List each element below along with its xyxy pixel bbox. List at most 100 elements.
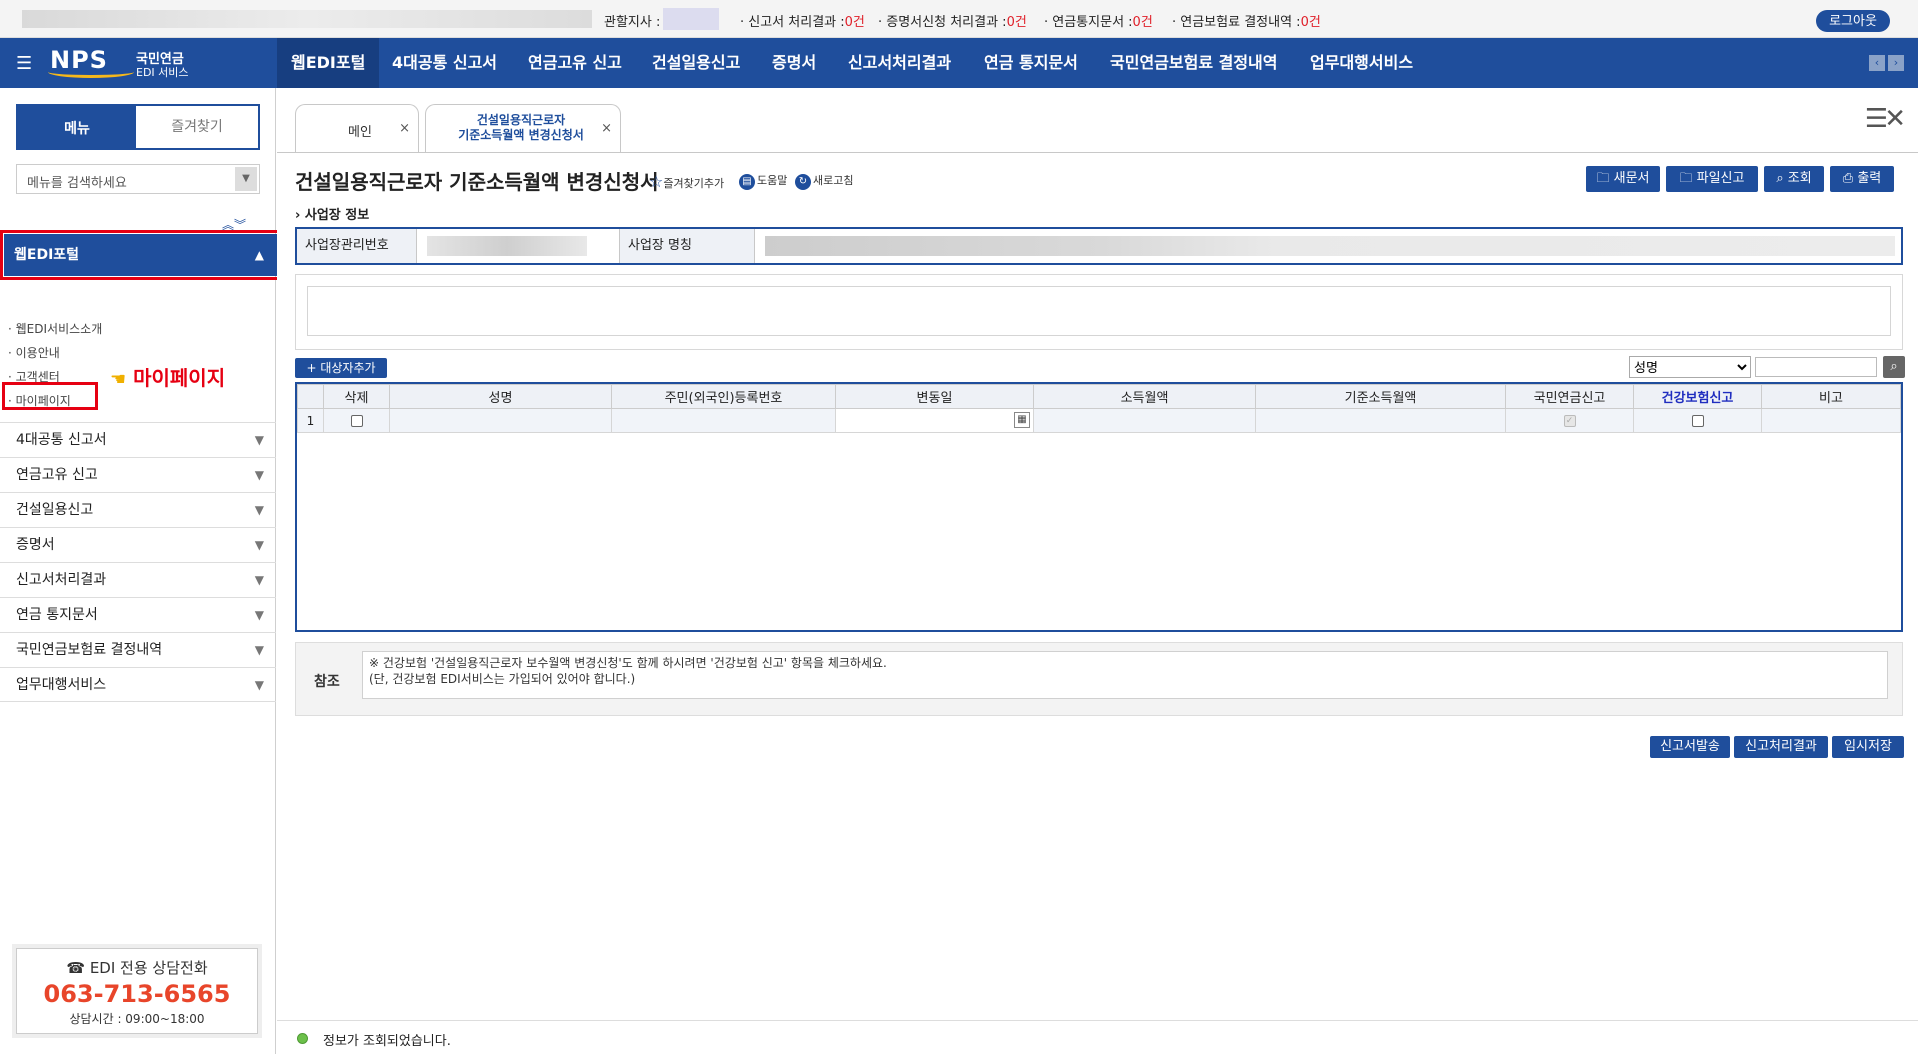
favorite-add-link[interactable]: ☆즐겨찾기추가 — [649, 172, 724, 191]
tab-construction-income-change[interactable]: 건설일용직근로자 기준소득월액 변경신청서 × — [425, 104, 621, 152]
pension-report-checkbox: ✓ — [1563, 415, 1576, 427]
refresh-icon: ↻ — [795, 174, 811, 190]
sidebar-item-certificate[interactable]: 증명서 ▼ — [0, 527, 276, 562]
folder-icon: 🗀 — [1679, 171, 1697, 186]
standard-income-cell[interactable] — [1255, 408, 1506, 433]
col-note: 비고 — [1761, 384, 1901, 409]
biz-mgmt-no-value — [427, 236, 587, 256]
nav-arrows: ‹ › — [1866, 55, 1904, 71]
nav-prev-icon[interactable]: ‹ — [1869, 55, 1885, 71]
logout-button[interactable]: 로그아웃 — [1816, 10, 1890, 32]
nav-item-web-edi-portal[interactable]: 웹EDI포털 — [277, 38, 380, 88]
print-icon: ⎙ — [1842, 171, 1858, 186]
temp-save-button[interactable]: 임시저장 — [1832, 736, 1904, 758]
sidebar-item-construction-report[interactable]: 건설일용신고 ▼ — [0, 492, 276, 527]
reference-text: ※ 건강보험 '건설일용직근로자 보수월액 변경신청'도 함께 하시려면 '건강… — [362, 651, 1888, 699]
nps-logo[interactable]: NPS 국민연금 EDI 서비스 — [48, 44, 200, 82]
col-standard-income: 기준소득월액 — [1255, 384, 1506, 409]
target-grid: 삭제 성명 주민(외국인)등록번호 변동일 소득월액 기준소득월액 국민연금신고… — [295, 382, 1903, 632]
grid-search-field-select[interactable]: 성명 — [1629, 356, 1751, 378]
tab-main[interactable]: 메인 × — [295, 104, 419, 152]
help-link[interactable]: ▤ 도움말 — [739, 172, 787, 190]
report-result-status[interactable]: · 신고서 처리결과 :0건 — [740, 11, 865, 30]
health-report-checkbox[interactable] — [1691, 415, 1704, 427]
sidebar-tab-menu[interactable]: 메뉴 — [16, 104, 138, 150]
phone-number: 063-713-6565 — [43, 980, 231, 1008]
close-icon[interactable]: × — [601, 121, 612, 136]
close-icon[interactable]: × — [399, 121, 410, 136]
folder-icon: 🗀 — [1596, 171, 1614, 186]
col-health-report[interactable]: 건강보험신고 — [1633, 384, 1762, 409]
sidebar-tab-favorites[interactable]: 즐겨찾기 — [136, 104, 260, 150]
chevron-down-icon: ▼ — [254, 503, 264, 517]
nav-item-pension-report[interactable]: 연금고유 신고 — [528, 38, 622, 88]
branch-label: 관할지사 : — [604, 15, 661, 30]
memo-textarea[interactable] — [307, 286, 1891, 336]
nav-next-icon[interactable]: › — [1888, 55, 1904, 71]
close-all-tabs-icon[interactable]: ☰✕ — [1865, 104, 1906, 134]
tab-divider — [277, 152, 1918, 153]
nav-item-common-report[interactable]: 4대공통 신고서 — [392, 38, 497, 88]
insurance-decision-status[interactable]: · 연금보험료 결정내역 :0건 — [1172, 11, 1321, 30]
star-icon: ☆ — [649, 172, 664, 191]
add-target-button[interactable]: + 대상자추가 — [295, 358, 387, 378]
pointing-hand-icon: ☚ — [110, 369, 127, 390]
sidebar-item-insurance-decision[interactable]: 국민연금보험료 결정내역 ▼ — [0, 632, 276, 667]
cert-result-status[interactable]: · 증명서신청 처리결과 :0건 — [878, 11, 1027, 30]
cert-result-count: 0건 — [1006, 15, 1027, 30]
sidebar-item-service-intro[interactable]: · 웹EDI서비스소개 — [8, 320, 102, 337]
phone-title: ☎ EDI 전용 상담전화 — [66, 959, 208, 977]
search-icon[interactable]: ⌕ — [1883, 356, 1905, 378]
chevron-down-icon[interactable]: ▼ — [235, 167, 257, 191]
nav-item-pension-notice[interactable]: 연금 통지문서 — [984, 38, 1078, 88]
new-document-button[interactable]: 🗀 새문서 — [1586, 166, 1660, 192]
search-button[interactable]: ⌕ 조회 — [1764, 166, 1824, 192]
file-report-button[interactable]: 🗀 파일신고 — [1666, 166, 1758, 192]
print-button[interactable]: ⎙ 출력 — [1830, 166, 1894, 192]
calendar-icon[interactable]: ▦ — [1014, 412, 1030, 428]
send-report-button[interactable]: 신고서발송 — [1650, 736, 1730, 758]
change-date-cell[interactable]: ▦ — [835, 408, 1034, 433]
sidebar-item-pension-report[interactable]: 연금고유 신고 ▼ — [0, 457, 276, 492]
nav-item-report-result[interactable]: 신고서처리결과 — [848, 38, 951, 88]
name-cell[interactable] — [389, 408, 612, 433]
chevron-down-icon: ▼ — [254, 608, 264, 622]
chevron-down-icon: ▼ — [254, 678, 264, 692]
sidebar-item-pension-notice[interactable]: 연금 통지문서 ▼ — [0, 597, 276, 632]
note-cell[interactable] — [1761, 408, 1901, 433]
sidebar-item-report-result[interactable]: 신고서처리결과 ▼ — [0, 562, 276, 597]
status-message: 정보가 조회되었습니다. — [323, 1034, 451, 1049]
book-icon: ▤ — [739, 174, 755, 190]
col-change-date: 변동일 — [835, 384, 1034, 409]
grid-header-row: 삭제 성명 주민(외국인)등록번호 변동일 소득월액 기준소득월액 국민연금신고… — [297, 384, 1901, 409]
col-pension-report: 국민연금신고 — [1505, 384, 1634, 409]
nav-item-insurance-decision[interactable]: 국민연금보험료 결정내역 — [1110, 38, 1278, 88]
refresh-link[interactable]: ↻ 새로고침 — [795, 172, 853, 190]
table-row: 1 ▦ ✓ — [297, 408, 1901, 433]
delete-checkbox[interactable] — [350, 415, 363, 427]
report-result-button[interactable]: 신고처리결과 — [1734, 736, 1828, 758]
hamburger-menu-icon[interactable]: ☰ — [16, 53, 32, 74]
chevron-down-icon: ▼ — [254, 468, 264, 482]
resident-no-cell[interactable] — [611, 408, 836, 433]
chevron-down-icon: ▼ — [254, 538, 264, 552]
menu-search-select[interactable]: 메뉴를 검색하세요 ▼ — [16, 164, 260, 194]
sidebar-item-common-report[interactable]: 4대공통 신고서 ▼ — [0, 422, 276, 457]
col-name: 성명 — [389, 384, 612, 409]
mypage-callout: ☚ 마이페이지 — [110, 366, 226, 390]
sidebar-item-agency-service[interactable]: 업무대행서비스 ▼ — [0, 667, 276, 702]
sidebar: 메뉴 즐겨찾기 메뉴를 검색하세요 ▼ ︽︾ 웹EDI포털 ▲ · 웹EDI서비… — [0, 88, 280, 1054]
nav-item-construction-report[interactable]: 건설일용신고 — [652, 38, 740, 88]
main-content: 메인 × 건설일용직근로자 기준소득월액 변경신청서 × ☰✕ 건설일용직근로자… — [277, 88, 1918, 1054]
nav-item-certificate[interactable]: 증명서 — [772, 38, 816, 88]
logo-area: ☰ NPS 국민연금 EDI 서비스 — [0, 38, 276, 88]
grid-search-input[interactable] — [1755, 357, 1877, 377]
sidebar-item-usage-guide[interactable]: · 이용안내 — [8, 344, 60, 361]
monthly-income-cell[interactable] — [1033, 408, 1256, 433]
tab-main-label: 메인 — [348, 125, 372, 140]
nav-item-agency-service[interactable]: 업무대행서비스 — [1310, 38, 1413, 88]
pension-notice-status[interactable]: · 연금통지문서 :0건 — [1044, 11, 1153, 30]
support-phone-box: ☎ EDI 전용 상담전화 063-713-6565 상담시간 : 09:00~… — [16, 948, 258, 1034]
status-bar: 정보가 조회되었습니다. — [277, 1020, 1918, 1054]
chevron-down-icon: ▼ — [254, 573, 264, 587]
